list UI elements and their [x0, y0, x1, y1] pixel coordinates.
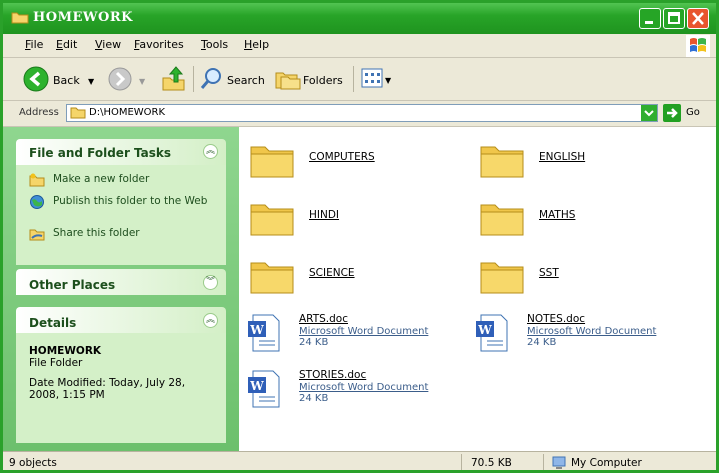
file-name: NOTES.doc [527, 313, 586, 325]
go-button[interactable]: Go [686, 107, 700, 118]
file-list: COMPUTERS ENGLISH HINDI MATHS SCIENCE SS… [239, 127, 716, 451]
address-dropdown-button[interactable] [641, 105, 657, 121]
menu-help[interactable]: Help [244, 38, 269, 51]
folder-label: HINDI [309, 209, 340, 221]
status-separator [461, 454, 462, 470]
task-pane: File and Folder Tasks ︽ Make a new folde… [3, 127, 239, 451]
folder-icon [480, 262, 524, 294]
status-location: My Computer [571, 457, 642, 469]
file-size: 24 KB [299, 393, 329, 404]
folder-icon [70, 107, 86, 119]
close-button[interactable] [687, 8, 709, 29]
collapse-chevron-icon[interactable]: ︽ [203, 313, 218, 328]
file-size: 24 KB [299, 337, 329, 348]
status-bar: 9 objects 70.5 KB My Computer [3, 451, 716, 470]
svg-text:W: W [249, 379, 264, 393]
folder-icon [480, 146, 524, 178]
panel-body: Make a new folder Publish this folder to… [16, 165, 226, 265]
address-field[interactable]: D:\HOMEWORK [66, 104, 658, 122]
file-type: Microsoft Word Document [527, 326, 657, 337]
status-separator [543, 454, 544, 470]
details-panel: Details ︽ HOMEWORK File Folder Date Modi… [16, 307, 226, 443]
folder-icon [250, 204, 294, 236]
other-places-panel: Other Places ︾ [16, 269, 226, 295]
back-button[interactable]: Back [53, 74, 80, 87]
menu-tools[interactable]: Tools [201, 38, 228, 51]
window-title: HOMEWORK [33, 10, 133, 25]
svg-text:W: W [477, 323, 492, 337]
share-folder-icon [29, 229, 45, 241]
file-name: STORIES.doc [299, 369, 367, 381]
panel-body: HOMEWORK File Folder Date Modified: Toda… [16, 333, 226, 443]
menu-view[interactable]: View [95, 38, 121, 51]
file-type: Microsoft Word Document [299, 382, 429, 393]
folder-icon [11, 12, 29, 24]
search-icon[interactable] [199, 67, 223, 91]
menu-edit[interactable]: Edit [56, 38, 77, 51]
menu-bar: File Edit View Favorites Tools Help [3, 34, 716, 58]
file-size: 24 KB [527, 337, 557, 348]
word-document-icon: W [248, 370, 280, 408]
folder-label: MATHS [539, 209, 576, 221]
maximize-button[interactable] [663, 8, 685, 29]
folder-icon [480, 204, 524, 236]
views-icon[interactable] [361, 68, 383, 88]
panel-header[interactable]: File and Folder Tasks ︽ [16, 139, 226, 165]
search-button[interactable]: Search [227, 74, 265, 87]
minimize-button[interactable] [639, 8, 661, 29]
status-size: 70.5 KB [471, 457, 512, 469]
menu-favorites[interactable]: Favorites [134, 38, 184, 51]
views-dropdown-icon[interactable]: ▼ [385, 76, 391, 85]
title-bar[interactable]: HOMEWORK [3, 3, 716, 34]
folder-icon [250, 146, 294, 178]
status-object-count: 9 objects [9, 457, 57, 469]
detail-name: HOMEWORK [29, 345, 102, 357]
folder-label: ENGLISH [539, 151, 586, 163]
my-computer-icon [552, 456, 566, 469]
new-folder-icon [29, 173, 45, 187]
svg-text:W: W [249, 323, 264, 337]
toolbar-separator [193, 66, 194, 92]
back-arrow-icon[interactable] [23, 66, 49, 92]
expand-chevron-icon[interactable]: ︾ [203, 275, 218, 290]
file-name: ARTS.doc [299, 313, 348, 325]
file-folder-tasks-panel: File and Folder Tasks ︽ Make a new folde… [16, 139, 226, 265]
folders-button[interactable]: Folders [303, 74, 343, 87]
folder-label: SCIENCE [309, 267, 355, 279]
panel-title: Details [29, 316, 77, 330]
windows-logo-icon [686, 35, 710, 57]
go-arrow-icon[interactable] [663, 104, 681, 122]
forward-arrow-icon[interactable] [108, 67, 132, 91]
globe-icon [30, 195, 44, 209]
folders-icon[interactable] [275, 68, 301, 90]
panel-title: File and Folder Tasks [29, 146, 172, 160]
file-type: Microsoft Word Document [299, 326, 429, 337]
address-label: Address [19, 107, 59, 118]
word-document-icon: W [248, 314, 280, 352]
menu-file[interactable]: File [25, 38, 43, 51]
panel-header[interactable]: Details ︽ [16, 307, 226, 333]
detail-modified: Date Modified: Today, July 28, 2008, 1:1… [29, 377, 186, 401]
back-dropdown-icon[interactable]: ▼ [88, 77, 94, 86]
folder-label: COMPUTERS [309, 151, 375, 163]
panel-title: Other Places [29, 278, 116, 292]
word-document-icon: W [476, 314, 508, 352]
folder-icon [250, 262, 294, 294]
up-folder-icon[interactable] [161, 64, 187, 94]
detail-type: File Folder [29, 357, 83, 369]
address-value: D:\HOMEWORK [89, 107, 166, 118]
panel-header[interactable]: Other Places ︾ [16, 269, 226, 295]
explorer-window: HOMEWORK File Edit View Favorites Tools … [0, 0, 719, 473]
toolbar-separator [353, 66, 354, 92]
collapse-chevron-icon[interactable]: ︽ [203, 144, 218, 159]
folder-label: SST [539, 267, 559, 279]
forward-dropdown-icon[interactable]: ▼ [139, 77, 145, 86]
toolbar: Back ▼ ▼ Search Folders ▼ [3, 58, 716, 101]
address-bar: Address D:\HOMEWORK Go [3, 101, 716, 127]
